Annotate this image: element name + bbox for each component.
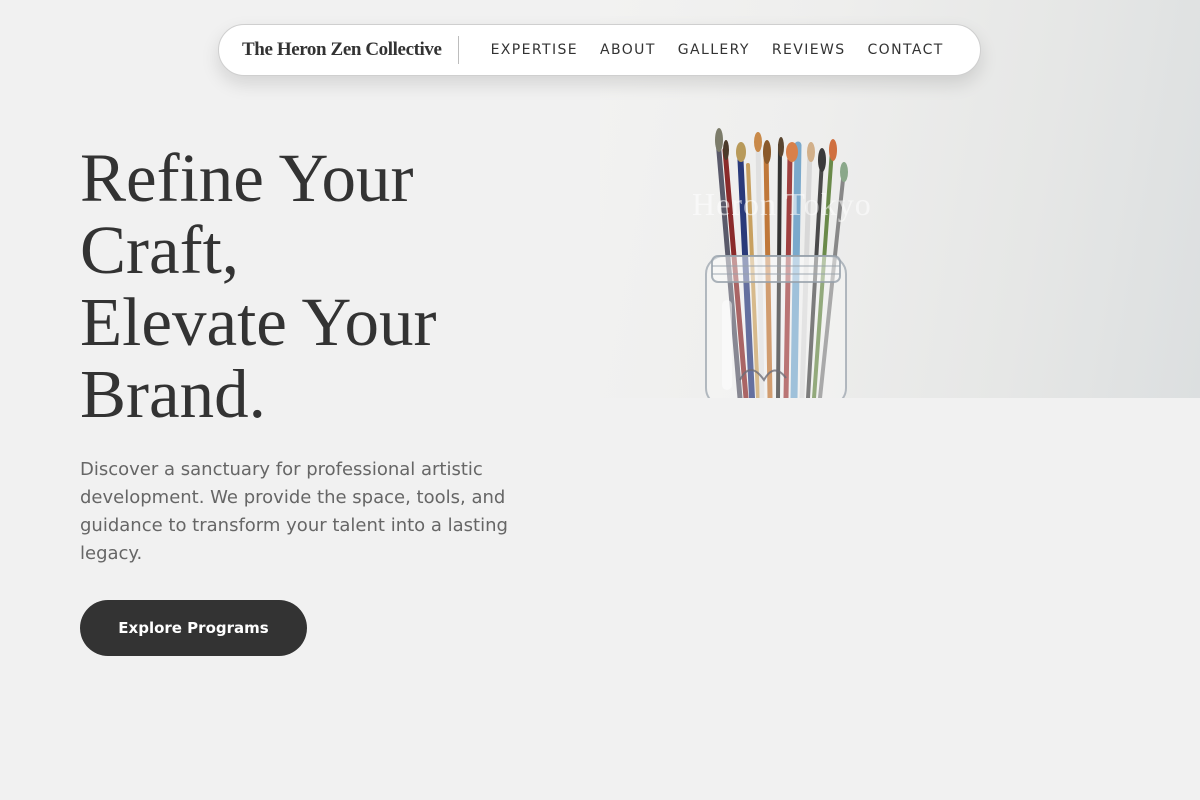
hero-title: Refine Your Craft, Elevate Your Brand.	[80, 142, 580, 430]
nav-links: EXPERTISE ABOUT GALLERY REVIEWS CONTACT	[491, 42, 944, 58]
top-navigation: The Heron Zen Collective EXPERTISE ABOUT…	[218, 24, 981, 76]
hero-description: Discover a sanctuary for professional ar…	[80, 459, 508, 564]
image-overlay-text: Heron Tokyo	[692, 186, 872, 222]
nav-link-contact[interactable]: CONTACT	[868, 42, 944, 58]
nav-link-about[interactable]: ABOUT	[600, 42, 656, 58]
nav-divider	[457, 36, 459, 64]
hero-title-line: Brand.	[80, 356, 266, 432]
hero-title-line: Refine Your	[80, 140, 414, 216]
explore-programs-button[interactable]: Explore Programs	[80, 600, 307, 656]
hero-title-line: Elevate Your	[80, 284, 437, 360]
brand-name[interactable]: The Heron Zen Collective	[242, 39, 442, 61]
nav-link-gallery[interactable]: GALLERY	[678, 42, 750, 58]
nav-link-reviews[interactable]: REVIEWS	[772, 42, 846, 58]
hero-title-line: Craft,	[80, 212, 240, 288]
nav-link-expertise[interactable]: EXPERTISE	[491, 42, 578, 58]
